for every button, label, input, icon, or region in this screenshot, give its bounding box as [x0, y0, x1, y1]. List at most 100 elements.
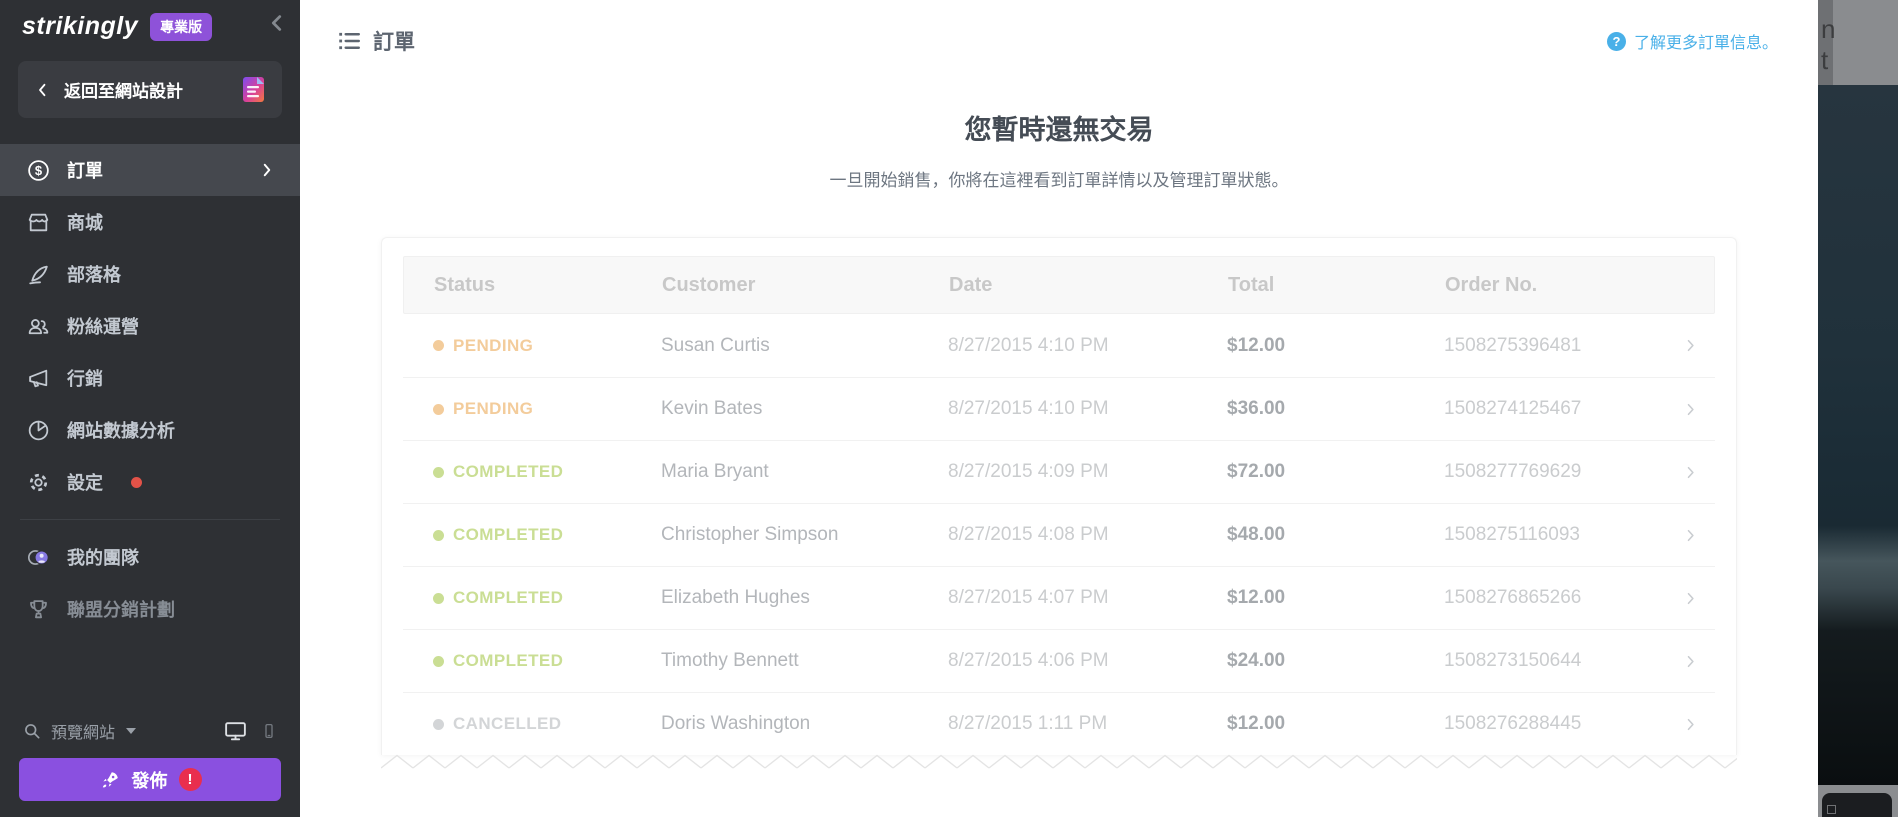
table-row[interactable]: PENDING Kevin Bates 8/27/2015 4:10 PM $3…	[403, 377, 1715, 440]
background-letter: n	[1821, 14, 1836, 44]
preview-site-row: 預覽網站	[22, 718, 278, 743]
sidebar-item-affiliate[interactable]: 聯盟分銷計劃	[0, 583, 300, 635]
background-letter: t	[1821, 45, 1829, 75]
trophy-icon	[30, 599, 47, 618]
status-label: PENDING	[453, 399, 534, 418]
status-dot-icon	[433, 655, 444, 667]
table-body: PENDING Susan Curtis 8/27/2015 4:10 PM $…	[403, 314, 1715, 755]
sidebar-item-blog[interactable]: 部落格	[0, 248, 300, 300]
status-dot-icon	[433, 529, 444, 541]
table-row[interactable]: COMPLETED Maria Bryant 8/27/2015 4:09 PM…	[403, 440, 1715, 503]
sidebar-bottom: 預覽網站 發佈 !	[0, 718, 300, 817]
caret-down-icon[interactable]	[126, 727, 137, 734]
sidebar-item-label: 商城	[67, 213, 103, 233]
status-dot-icon	[433, 592, 444, 604]
chevron-right-icon[interactable]	[1681, 652, 1717, 671]
sidebar-item-orders[interactable]: $ 訂單	[0, 144, 300, 196]
collapse-sidebar-icon[interactable]	[266, 12, 288, 34]
sidebar-item-audience[interactable]: 粉絲運營	[0, 300, 300, 352]
page-title: 訂單	[373, 31, 415, 54]
sidebar: strikingly 專業版 返回至網站設計 $ 訂單 商城 部落格 粉絲運營 …	[0, 0, 300, 817]
status-label: COMPLETED	[453, 462, 564, 481]
order-customer: Timothy Bennett	[661, 650, 799, 671]
order-status: CANCELLED	[433, 714, 661, 734]
order-date: 8/27/2015 4:10 PM	[948, 398, 1109, 419]
pro-plan-badge: 專業版	[150, 12, 213, 41]
chevron-right-icon	[263, 163, 271, 177]
order-customer: Elizabeth Hughes	[661, 587, 810, 608]
order-number: 1508275116093	[1444, 524, 1580, 545]
mobile-icon[interactable]	[260, 722, 278, 740]
dollar-circle-icon: $	[28, 159, 49, 181]
status-label: COMPLETED	[453, 525, 564, 544]
pie-chart-icon	[28, 420, 49, 440]
table-row[interactable]: CANCELLED Doris Washington 8/27/2015 1:1…	[403, 692, 1715, 755]
chevron-right-icon[interactable]	[1681, 400, 1717, 419]
sidebar-divider	[20, 519, 280, 520]
logo-row: strikingly 專業版	[0, 0, 300, 41]
column-header-date: Date	[949, 273, 993, 296]
back-to-site-editor-button[interactable]: 返回至網站設計	[18, 61, 282, 118]
chevron-right-icon[interactable]	[1681, 715, 1717, 734]
learn-more-link[interactable]: ? 了解更多訂單信息。	[1606, 29, 1778, 53]
order-date: 8/27/2015 4:08 PM	[948, 524, 1109, 545]
status-label: COMPLETED	[453, 588, 564, 607]
question-icon: ?	[1606, 31, 1626, 51]
app-window: strikingly 專業版 返回至網站設計 $ 訂單 商城 部落格 粉絲運營 …	[0, 0, 1898, 817]
people-icon	[28, 318, 49, 334]
device-toggle	[223, 718, 278, 743]
sidebar-item-label: 行銷	[67, 369, 103, 389]
sidebar-item-marketing[interactable]: 行銷	[0, 352, 300, 404]
sidebar-item-analytics[interactable]: 網站數據分析	[0, 404, 300, 456]
sidebar-item-store[interactable]: 商城	[0, 196, 300, 248]
table-row[interactable]: COMPLETED Elizabeth Hughes 8/27/2015 4:0…	[403, 566, 1715, 629]
background-header-fragment: n t	[1818, 0, 1898, 85]
team-avatars-icon	[27, 549, 49, 565]
table-header-row: Status Customer Date Total Order No.	[403, 256, 1715, 314]
table-row[interactable]: COMPLETED Timothy Bennett 8/27/2015 4:06…	[403, 629, 1715, 692]
chevron-left-icon	[39, 83, 46, 96]
storefront-icon	[28, 213, 49, 231]
column-header-customer: Customer	[662, 273, 756, 296]
preview-site-link[interactable]: 預覽網站	[51, 719, 115, 743]
table-row[interactable]: PENDING Susan Curtis 8/27/2015 4:10 PM $…	[403, 314, 1715, 377]
chevron-right-icon[interactable]	[1681, 463, 1717, 482]
status-label: CANCELLED	[453, 714, 562, 733]
settings-notification-dot	[131, 476, 142, 488]
chevron-right-icon[interactable]	[1681, 589, 1717, 608]
sidebar-item-label: 部落格	[67, 265, 121, 285]
order-customer: Christopher Simpson	[661, 524, 839, 545]
list-icon	[339, 32, 360, 50]
chevron-right-icon[interactable]	[1681, 526, 1717, 545]
svg-text:$: $	[35, 162, 43, 177]
sidebar-item-label: 網站數據分析	[67, 421, 175, 441]
sidebar-nav: $ 訂單 商城 部落格 粉絲運營 行銷 網站數據分析 設定 我的團隊 聯盟分銷計…	[0, 144, 300, 635]
order-total: $36.00	[1227, 398, 1286, 419]
sidebar-item-my-team[interactable]: 我的團隊	[0, 531, 300, 583]
background-dark-panel	[1822, 793, 1892, 817]
sidebar-item-label: 粉絲運營	[67, 317, 139, 337]
desktop-icon[interactable]	[223, 718, 248, 743]
order-customer: Doris Washington	[661, 713, 811, 734]
order-total: $72.00	[1227, 461, 1286, 482]
publish-button[interactable]: 發佈 !	[19, 758, 281, 801]
order-number: 1508276288445	[1444, 713, 1582, 734]
order-date: 8/27/2015 4:07 PM	[948, 587, 1109, 608]
megaphone-icon	[29, 369, 48, 387]
background-footer-fragment	[1818, 785, 1898, 817]
order-number: 1508274125467	[1444, 398, 1582, 419]
chevron-right-icon[interactable]	[1681, 336, 1717, 355]
back-button-label: 返回至網站設計	[64, 82, 183, 101]
publish-label: 發佈	[131, 770, 168, 791]
order-date: 8/27/2015 4:10 PM	[948, 334, 1109, 356]
table-row[interactable]: COMPLETED Christopher Simpson 8/27/2015 …	[403, 503, 1715, 566]
order-customer: Susan Curtis	[661, 334, 770, 356]
site-document-icon	[243, 77, 264, 102]
order-number: 1508273150644	[1444, 650, 1582, 671]
sidebar-item-label: 設定	[67, 473, 103, 493]
order-date: 8/27/2015 1:11 PM	[948, 713, 1108, 734]
publish-alert-badge: !	[178, 768, 202, 791]
status-dot-icon	[433, 718, 444, 730]
sidebar-item-settings[interactable]: 設定	[0, 456, 300, 508]
status-dot-icon	[433, 466, 444, 478]
